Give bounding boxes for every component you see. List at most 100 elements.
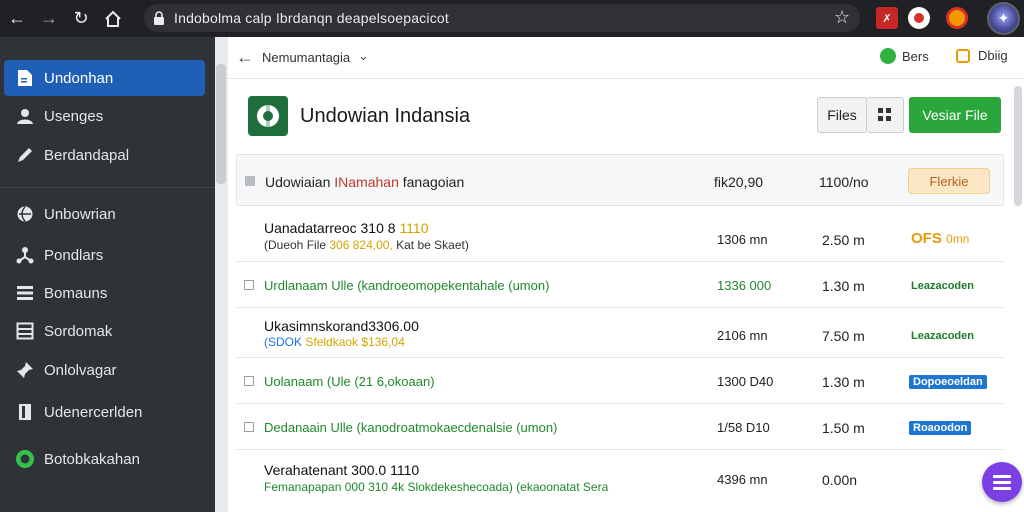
back-arrow-icon[interactable]: ← [236,47,254,68]
header-col1: fik20,90 [714,174,764,190]
network-icon [6,246,44,264]
sidebar-item-bomauns[interactable]: Bomauns [4,275,205,311]
sidebar-item-label: Pondlars [44,246,104,264]
row-col1: 1/58 D10 [717,420,770,435]
row-col1: 2106 mn [717,328,768,343]
row-subtitle: Femanapapan 000 310 4k Slokdekeshecoada)… [264,480,609,494]
sidebar-item-udenercerlden[interactable]: Udenercerlden [4,394,205,430]
sidebar-item-unbowrian[interactable]: Unbowrian [4,196,205,232]
table-row[interactable]: Uanadatarreoc 310 8 1110 (Dueoh File 306… [236,206,1004,262]
document-icon [6,69,44,87]
row-title: Dedanaain Ulle (kanodroatmokaecdenalsie … [264,420,558,435]
row-col2: 1.50 m [822,420,865,436]
sidebar-item-pondlars[interactable]: Pondlars [4,237,205,273]
menu-list-icon [993,475,1011,490]
row-col2: 1.30 m [822,374,865,390]
reload-icon[interactable]: ↻ [66,4,96,34]
status-orange-label: Dbiig [978,48,1008,63]
orange-extension-icon[interactable] [946,7,968,29]
status-badge: Dopoeoeldan [909,375,987,389]
status-badge: OFS 0mn [911,230,970,247]
sidebar-item-berdandapal[interactable]: Berdandapal [4,137,205,173]
record-extension-icon[interactable] [908,7,930,29]
header-name: Udowiaian INamahan fanagoian [265,174,465,190]
sidebar-item-usenges[interactable]: Usenges [4,98,205,134]
globe-icon [6,205,44,223]
bookmark-star-icon[interactable]: ☆ [834,7,850,28]
table-row[interactable]: Ukasimnskorand3306.00 (SDOK Sfeldkaok $1… [236,308,1004,358]
row-checkbox[interactable] [244,280,254,290]
status-badge: Leazacoden [911,330,974,342]
sidebar-scrollbar[interactable] [216,64,226,184]
row-title: Uanadatarreoc 310 8 1110 [264,220,429,236]
content-scrollbar[interactable] [1014,86,1022,206]
sidebar-item-label: Botobkakahan [44,450,140,468]
back-arrow-icon[interactable]: ← [2,4,32,34]
select-all-checkbox[interactable] [245,176,255,186]
home-icon[interactable] [98,4,128,34]
sidebar-item-label: Berdandapal [44,146,130,164]
table-row[interactable]: Uolanaam (Ule (21 6,okoaan) 1300 D40 1.3… [236,358,1004,404]
row-col2: 7.50 m [822,328,865,344]
row-col2: 2.50 m [822,232,865,248]
header-col2: 1100/no [819,174,869,190]
sidebar-item-botobkakahan[interactable]: Botobkakahan [4,441,205,477]
row-title: Ukasimnskorand3306.00 [264,318,419,334]
sidebar-item-label: Udenercerlden [44,403,143,421]
status-green[interactable]: Bers [880,48,929,64]
sidebar: Undonhan Usenges Berdandapal Unbowrian P… [0,37,215,512]
lock-icon [144,11,174,25]
floating-action-button[interactable] [982,462,1022,502]
forward-arrow-icon[interactable]: → [34,4,64,34]
row-col1: 1300 D40 [717,374,774,389]
sidebar-item-onlolvagar[interactable]: Onlolvagar [4,352,205,388]
sidebar-item-label: Undonhan [44,69,114,87]
row-col2: 1.30 m [822,278,865,294]
sidebar-item-label: Bomauns [44,284,108,302]
green-dot-icon [880,48,896,64]
filter-button[interactable]: Flerkie [908,168,990,194]
view-file-button[interactable]: Vesiar File [909,97,1001,133]
orange-badge-icon [956,48,970,63]
row-checkbox[interactable] [244,422,254,432]
app-logo-icon [248,96,288,136]
chevron-down-icon[interactable]: ⌄ [358,48,369,64]
red-extension-icon[interactable]: ✗ [876,7,898,29]
row-checkbox[interactable] [244,376,254,386]
sidebar-divider [0,187,215,188]
row-title: Urdlanaam Ulle (kandroeomopekentahale (u… [264,278,550,293]
pen-icon [6,146,44,164]
sidebar-item-label: Unbowrian [44,205,116,223]
status-badge: Roaoodon [909,421,972,435]
sidebar-item-label: Sordomak [44,322,113,340]
url-text[interactable]: Indobolma calp Ibrdanqn deapelsoepacicot [174,10,449,26]
sidebar-item-undonhan[interactable]: Undonhan [4,60,205,96]
page-title: Undowian Indansia [300,105,471,127]
table-header-row: Udowiaian INamahan fanagoian fik20,90 11… [236,154,1004,206]
status-badge: Leazacoden [911,280,974,292]
row-col1: 4396 mn [717,472,768,487]
content-topbar: ← Nemumantagia ⌄ Bers Dbiig [228,37,1024,79]
files-button[interactable]: Files [817,97,867,133]
grid-icon [878,108,891,121]
status-orange[interactable]: Dbiig [956,48,1008,63]
sidebar-item-sordomak[interactable]: Sordomak [4,313,205,349]
grid-view-button[interactable] [867,97,904,133]
sidebar-item-label: Usenges [44,107,104,125]
user-icon [6,107,44,125]
row-subtitle: (SDOK Sfeldkaok $136,04 [264,335,405,349]
sidebar-item-label: Onlolvagar [44,361,117,379]
pin-icon [6,361,44,379]
row-col1: 1306 mn [717,232,768,247]
address-bar[interactable]: Indobolma calp Ibrdanqn deapelsoepacicot… [144,4,860,32]
green-circle-icon [6,449,44,469]
table-row[interactable]: Verahatenant 300.0 1110 Femanapapan 000 … [236,450,1004,506]
list-icon [6,285,44,301]
table-row[interactable]: Dedanaain Ulle (kanodroatmokaecdenalsie … [236,404,1004,450]
table-icon [6,322,44,340]
status-green-label: Bers [902,48,929,64]
profile-avatar-icon[interactable]: ✦ [987,2,1020,35]
main-panel: Undowian Indansia Files Vesiar File Udow… [228,79,1024,512]
breadcrumb[interactable]: Nemumantagia [262,50,350,65]
table-row[interactable]: Urdlanaam Ulle (kandroeomopekentahale (u… [236,262,1004,308]
